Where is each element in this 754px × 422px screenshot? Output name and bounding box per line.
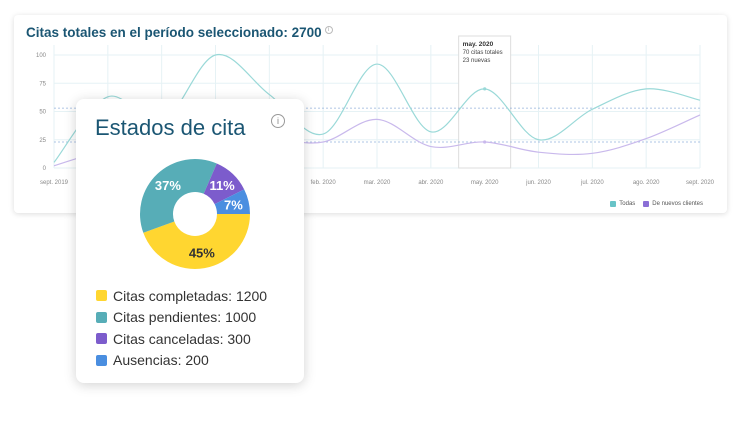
- x-tick-label: feb. 2020: [311, 180, 337, 186]
- legend-label: Citas completadas: 1200: [113, 287, 268, 304]
- legend-item-nuevos[interactable]: De nuevos clientes: [643, 201, 703, 207]
- legend-label: Todas: [619, 201, 636, 207]
- legend-item-todas[interactable]: Todas: [610, 201, 635, 207]
- legend-item-ausencias: Ausencias: 200: [96, 350, 267, 372]
- tooltip-line-new: 23 nuevas: [463, 58, 491, 64]
- tooltip-line-total: 70 citas totales: [463, 50, 503, 56]
- series-point-highlight: [483, 140, 487, 144]
- donut-slice-1[interactable]: [140, 159, 217, 233]
- y-tick-label: 0: [43, 166, 47, 172]
- x-tick-label: sept. 2020: [686, 180, 715, 186]
- y-tick-label: 75: [39, 81, 46, 87]
- donut-slice-label: 11%: [209, 178, 235, 193]
- legend-label: De nuevos clientes: [652, 201, 703, 207]
- series-point-highlight: [483, 87, 487, 91]
- line-legend: Todas De nuevos clientes: [610, 201, 703, 207]
- legend-swatch: [96, 311, 107, 323]
- legend-label: Ausencias: 200: [113, 352, 209, 369]
- legend-swatch: [96, 354, 107, 366]
- legend-item-completadas: Citas completadas: 1200: [96, 285, 267, 307]
- y-tick-label: 50: [39, 110, 46, 116]
- donut-slice-label: 45%: [189, 245, 215, 260]
- donut-legend: Citas completadas: 1200 Citas pendientes…: [96, 285, 267, 371]
- x-tick-label: ago. 2020: [633, 180, 660, 186]
- legend-label: Citas pendientes: 1000: [113, 309, 257, 326]
- info-icon[interactable]: i: [271, 114, 285, 128]
- donut-card: Estados de cita i 45% 37% 11% 7% Citas comp…: [76, 99, 304, 383]
- y-axis: 0 25 50 75 100: [36, 53, 47, 172]
- legend-swatch: [96, 290, 107, 302]
- donut-slice-label: 37%: [155, 178, 181, 193]
- x-tick-label: jun. 2020: [525, 180, 551, 186]
- donut-chart: 45% 37% 11% 7%: [140, 159, 250, 269]
- x-tick-label: abr. 2020: [418, 180, 444, 186]
- legend-item-canceladas: Citas canceladas: 300: [96, 328, 267, 350]
- donut-card-title: Estados de cita: [95, 115, 246, 140]
- legend-swatch-todas: [610, 201, 617, 207]
- legend-swatch: [96, 333, 107, 345]
- tooltip-title: may. 2020: [463, 41, 494, 48]
- legend-item-pendientes: Citas pendientes: 1000: [96, 307, 267, 329]
- y-tick-label: 25: [39, 138, 46, 144]
- donut-slice-label: 7%: [224, 197, 243, 212]
- y-tick-label: 100: [36, 53, 47, 59]
- x-tick-label: sept. 2019: [40, 180, 69, 186]
- x-tick-label: mar. 2020: [364, 180, 391, 186]
- legend-swatch-nuevos: [643, 201, 650, 207]
- legend-label: Citas canceladas: 300: [113, 330, 251, 347]
- x-tick-label: may. 2020: [471, 180, 499, 186]
- x-tick-label: jul. 2020: [580, 180, 604, 186]
